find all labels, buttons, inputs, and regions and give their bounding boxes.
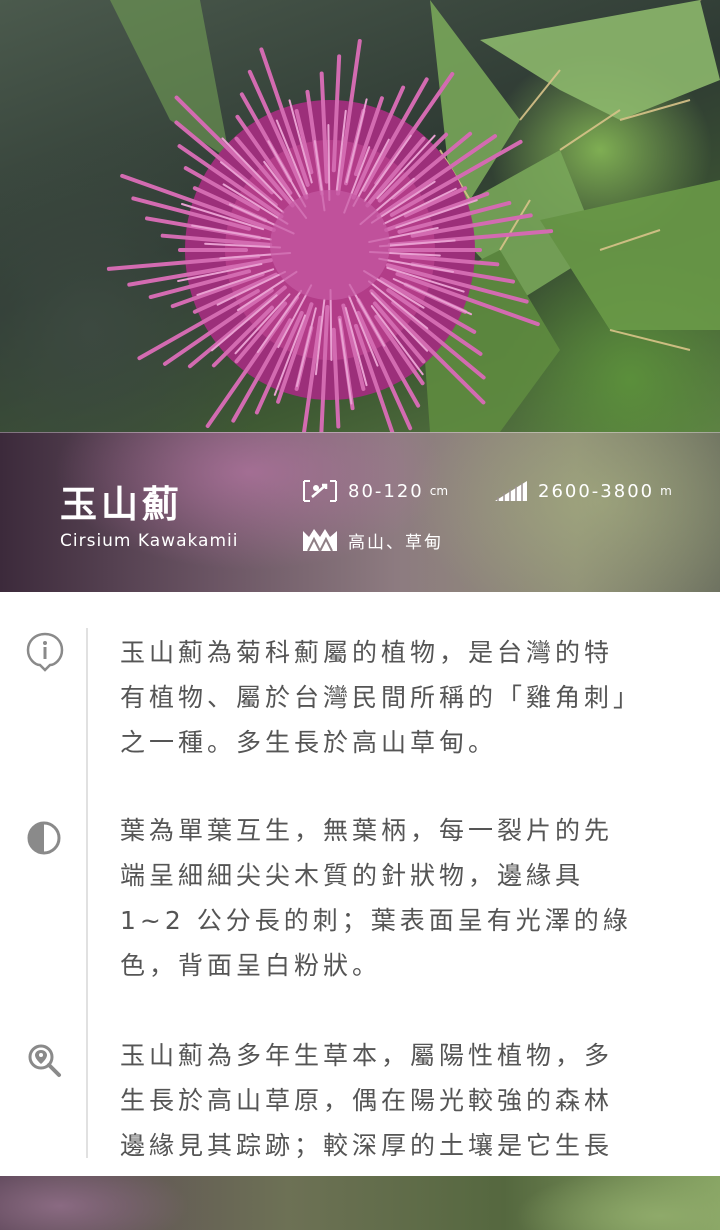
timeline-divider bbox=[86, 628, 88, 1158]
height-unit: cm bbox=[429, 484, 449, 498]
band-divider bbox=[0, 432, 720, 433]
flower-spike-highlight bbox=[329, 288, 333, 361]
altitude-unit: m bbox=[660, 484, 672, 498]
altitude-stat: 2600-3800 m bbox=[494, 479, 672, 503]
habitat-value: 高山、草甸 bbox=[348, 532, 443, 553]
plant-latin-name: Cirsium Kawakamii bbox=[60, 531, 239, 551]
plant-name: 玉山薊 bbox=[60, 483, 183, 526]
flower-spike-highlight bbox=[327, 124, 331, 202]
paragraph-line: 色，背面呈白粉狀。 bbox=[120, 951, 382, 980]
paragraph-line: 玉山薊為多年生草本，屬陽性植物，多 bbox=[120, 1041, 614, 1070]
habitat-stat: 高山、草甸 bbox=[302, 527, 443, 553]
description-paragraph-3: 玉山薊為多年生草本，屬陽性植物，多 生長於高山草原，偶在陽光較強的森林 邊緣見其… bbox=[120, 1033, 680, 1168]
altitude-value: 2600-3800 bbox=[538, 480, 655, 502]
paragraph-line: 有植物、屬於台灣民間所稱的「雞角刺」 bbox=[120, 683, 643, 712]
paragraph-line: 1~2 公分長的刺；葉表面呈有光澤的綠 bbox=[120, 906, 632, 935]
mountains-icon bbox=[303, 529, 337, 552]
paragraph-line: 之一種。多生長於高山草甸。 bbox=[120, 728, 498, 757]
description-paragraph-2: 葉為單葉互生，無葉柄，每一裂片的先 端呈細細尖尖木質的針狀物，邊緣具 1~2 公… bbox=[120, 808, 680, 988]
height-icon bbox=[303, 480, 337, 502]
thistle-flower-image bbox=[106, 0, 720, 432]
paragraph-line: 生長於高山草原，偶在陽光較強的森林 bbox=[120, 1086, 614, 1115]
location-search-icon bbox=[28, 1044, 61, 1077]
half-circle-icon bbox=[27, 821, 61, 855]
info-icon bbox=[26, 632, 64, 672]
description-paragraph-1: 玉山薊為菊科薊屬的植物，是台灣的特 有植物、屬於台灣民間所稱的「雞角刺」 之一種… bbox=[120, 630, 680, 765]
paragraph-line: 玉山薊為菊科薊屬的植物，是台灣的特 bbox=[120, 638, 614, 667]
height-value: 80-120 bbox=[348, 480, 424, 502]
bottom-photo-strip bbox=[0, 1176, 720, 1230]
height-stat: 80-120 cm bbox=[302, 479, 448, 503]
altitude-icon bbox=[495, 481, 527, 501]
paragraph-line: 邊緣見其踪跡；較深厚的土壤是它生長 bbox=[120, 1131, 614, 1160]
hero-photo bbox=[0, 0, 720, 432]
paragraph-line: 端呈細細尖尖木質的針狀物，邊緣具 bbox=[120, 861, 585, 890]
paragraph-line: 葉為單葉互生，無葉柄，每一裂片的先 bbox=[120, 816, 614, 845]
description-panel: 玉山薊為菊科薊屬的植物，是台灣的特 有植物、屬於台灣民間所稱的「雞角刺」 之一種… bbox=[0, 592, 720, 1176]
